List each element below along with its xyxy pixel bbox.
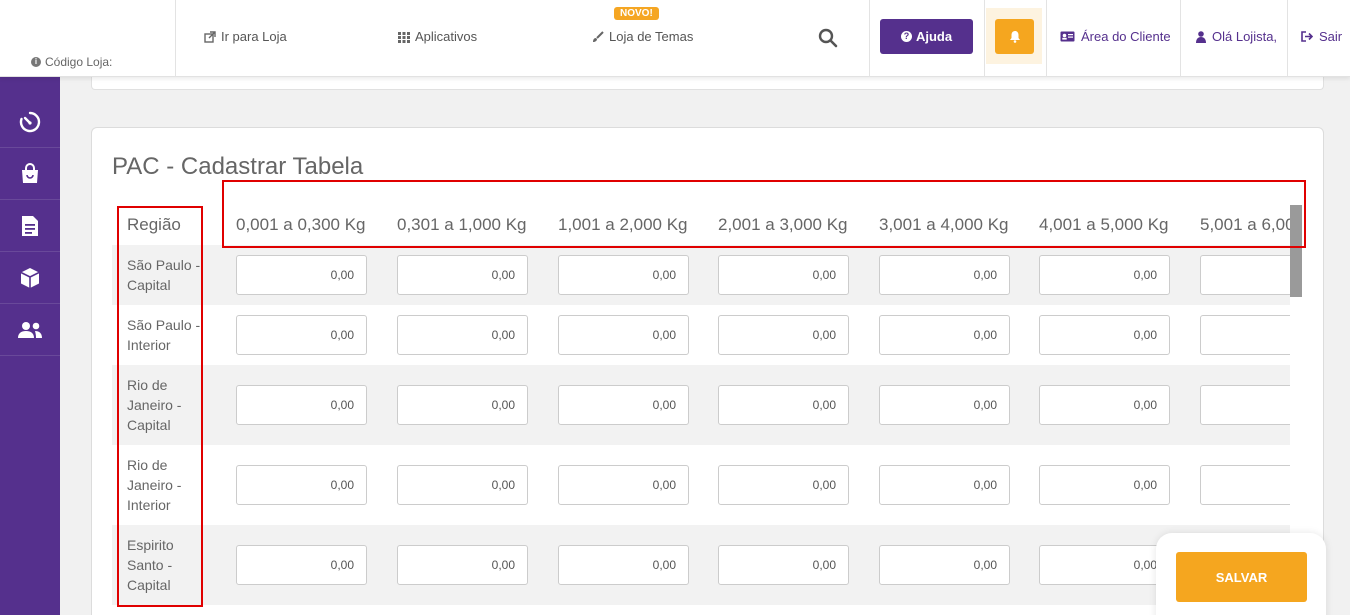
price-input[interactable]: 0,00 bbox=[558, 255, 689, 295]
search-icon[interactable] bbox=[818, 28, 838, 48]
price-input[interactable]: 0,00 bbox=[558, 545, 689, 585]
price-input[interactable]: 0,00 bbox=[397, 315, 528, 355]
user-greeting: Olá Lojista, bbox=[1212, 29, 1278, 44]
help-label: Ajuda bbox=[915, 29, 953, 44]
price-input[interactable]: 0,00 bbox=[1200, 465, 1290, 505]
table-row: Rio de Janeiro - Capital 0,00 0,00 0,00 0,00… bbox=[112, 365, 1290, 445]
divider bbox=[1180, 0, 1181, 77]
external-link-icon bbox=[204, 30, 216, 43]
notifications-button[interactable] bbox=[995, 19, 1034, 54]
divider bbox=[1046, 0, 1047, 77]
price-input[interactable]: 0,00 bbox=[558, 315, 689, 355]
shopping-bag-icon bbox=[22, 162, 38, 183]
sidebar-item-orders[interactable] bbox=[0, 148, 60, 200]
price-input[interactable]: 0,00 bbox=[879, 545, 1010, 585]
table-row: Espirito Santo - Capital 0,00 0,00 0,00 0,00… bbox=[112, 525, 1290, 605]
dashboard-icon bbox=[19, 111, 41, 132]
brush-icon bbox=[593, 30, 604, 42]
apps-link[interactable]: Aplicativos bbox=[398, 29, 477, 44]
sign-out-icon bbox=[1301, 31, 1313, 42]
id-card-icon bbox=[1060, 31, 1075, 42]
logout-label: Sair bbox=[1319, 29, 1343, 44]
price-input[interactable]: 0,00 bbox=[879, 385, 1010, 425]
sidebar bbox=[0, 77, 60, 615]
go-to-store-label: Ir para Loja bbox=[221, 29, 287, 44]
divider bbox=[984, 0, 985, 77]
price-input[interactable]: 0,00 bbox=[879, 315, 1010, 355]
store-code-label: Código Loja: bbox=[45, 55, 113, 69]
price-input[interactable]: 0,00 bbox=[397, 255, 528, 295]
theme-store-label: Loja de Temas bbox=[609, 29, 694, 44]
price-input[interactable]: 0,00 bbox=[718, 465, 849, 505]
price-input[interactable]: 0,00 bbox=[236, 545, 367, 585]
price-input[interactable]: 0,00 bbox=[718, 315, 849, 355]
page-title: PAC - Cadastrar Tabela bbox=[112, 153, 364, 180]
bell-icon bbox=[1009, 31, 1020, 43]
box-icon bbox=[20, 267, 40, 288]
price-input[interactable]: 0,00 bbox=[718, 545, 849, 585]
store-logo-area: i Código Loja: bbox=[0, 0, 176, 77]
price-input[interactable]: 0,00 bbox=[236, 255, 367, 295]
price-input[interactable]: 0,00 bbox=[1039, 545, 1170, 585]
table-row: São Paulo - Interior 0,00 0,00 0,00 0,00 0,00… bbox=[112, 305, 1290, 365]
price-input[interactable]: 0,00 bbox=[397, 465, 528, 505]
divider bbox=[1287, 0, 1288, 77]
price-input[interactable]: 0,00 bbox=[397, 545, 528, 585]
help-button[interactable]: ? Ajuda bbox=[880, 19, 973, 54]
price-input[interactable]: 0,00 bbox=[1039, 255, 1170, 295]
price-input[interactable]: 0,00 bbox=[558, 465, 689, 505]
question-icon: ? bbox=[900, 31, 912, 42]
new-badge: NOVO! bbox=[614, 7, 659, 20]
apps-label: Aplicativos bbox=[415, 29, 478, 44]
price-input[interactable]: 0,00 bbox=[236, 315, 367, 355]
grid-icon bbox=[398, 31, 410, 43]
info-icon: i bbox=[31, 57, 41, 67]
top-bar: i Código Loja: Ir para Loja Aplicativos … bbox=[0, 0, 1350, 77]
price-input[interactable]: 0,00 bbox=[1039, 315, 1170, 355]
price-input[interactable]: 0,00 bbox=[879, 255, 1010, 295]
weight-headers-highlight-box bbox=[222, 180, 1306, 248]
previous-card-strip bbox=[91, 77, 1324, 90]
users-icon bbox=[18, 321, 42, 338]
price-input[interactable]: 0,00 bbox=[1039, 385, 1170, 425]
price-input[interactable]: 0,00 bbox=[236, 465, 367, 505]
notifications-area bbox=[986, 8, 1042, 64]
table-row: São Paulo - Capital 0,00 0,00 0,00 0,00 0,00 0… bbox=[112, 245, 1290, 305]
price-input[interactable]: 0,00 bbox=[1200, 315, 1290, 355]
price-input[interactable]: 0,00 bbox=[236, 385, 367, 425]
user-icon bbox=[1196, 30, 1206, 43]
price-input[interactable]: 0,00 bbox=[718, 255, 849, 295]
theme-store-link[interactable]: Loja de Temas bbox=[592, 29, 693, 44]
go-to-store-link[interactable]: Ir para Loja bbox=[204, 29, 287, 44]
table-row: Rio de Janeiro - Interior 0,00 0,00 0,00 0,0… bbox=[112, 445, 1290, 525]
price-input[interactable]: 0,00 bbox=[718, 385, 849, 425]
price-input[interactable]: 0,00 bbox=[1200, 385, 1290, 425]
client-area-label: Área do Cliente bbox=[1081, 29, 1171, 44]
price-input[interactable]: 0,00 bbox=[1200, 255, 1290, 295]
sidebar-item-dashboard[interactable] bbox=[0, 96, 60, 148]
divider bbox=[869, 0, 870, 77]
client-area-link[interactable]: Área do Cliente bbox=[1060, 29, 1171, 44]
region-highlight-box bbox=[117, 206, 203, 607]
shipping-table: Região 0,001 a 0,300 Kg 0,301 a 1,000 Kg 1… bbox=[112, 205, 1290, 615]
sidebar-item-products[interactable] bbox=[0, 252, 60, 304]
save-panel: SALVAR bbox=[1156, 533, 1326, 615]
sidebar-item-customers[interactable] bbox=[0, 304, 60, 356]
store-code: i Código Loja: bbox=[31, 55, 112, 69]
user-menu[interactable]: Olá Lojista, bbox=[1196, 29, 1277, 44]
price-input[interactable]: 0,00 bbox=[879, 465, 1010, 505]
price-input[interactable]: 0,00 bbox=[558, 385, 689, 425]
sidebar-item-content[interactable] bbox=[0, 200, 60, 252]
logout-link[interactable]: Sair bbox=[1301, 29, 1342, 44]
document-icon bbox=[22, 215, 38, 236]
price-input[interactable]: 0,00 bbox=[1039, 465, 1170, 505]
save-button[interactable]: SALVAR bbox=[1176, 552, 1307, 602]
price-input[interactable]: 0,00 bbox=[397, 385, 528, 425]
